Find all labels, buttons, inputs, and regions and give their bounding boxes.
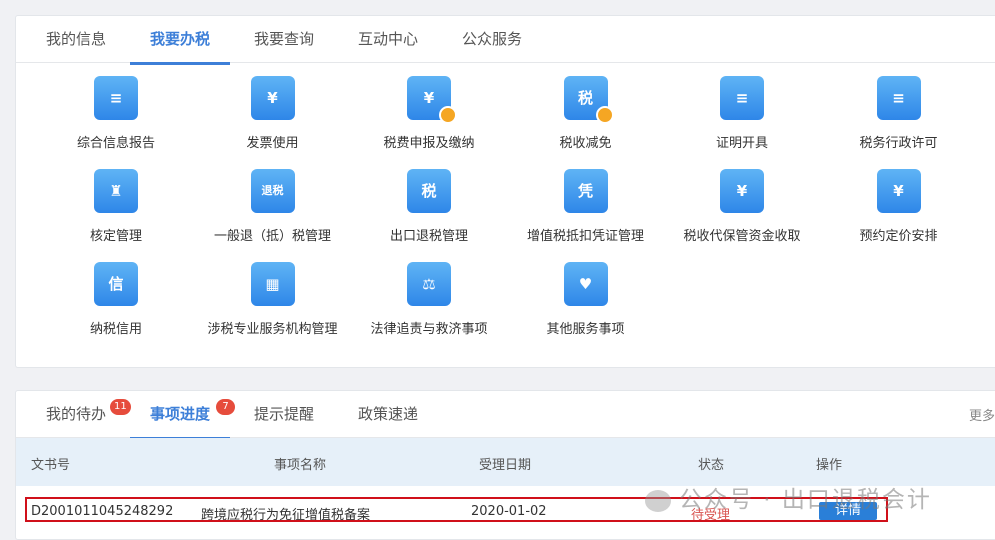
service-item[interactable]: 税出口退税管理 — [354, 169, 504, 244]
service-label: 税费申报及缴纳 — [383, 136, 475, 151]
service-label: 其他服务事项 — [546, 322, 625, 337]
service-label: 纳税信用 — [89, 322, 142, 337]
calendar-icon: ¥ — [876, 169, 921, 213]
service-label: 预约定价安排 — [859, 229, 938, 244]
heart-hands-icon: ♥ — [563, 262, 608, 306]
service-item[interactable]: ♜ 核定管理 — [41, 169, 191, 244]
service-label: 综合信息报告 — [76, 136, 155, 151]
service-item[interactable]: ⚖ 法律追责与救济事项 — [354, 262, 504, 337]
service-label: 一般退（抵）税管理 — [213, 229, 331, 244]
tab-do-tax[interactable]: 我要办税 — [129, 16, 231, 65]
service-item[interactable]: ¥ 发票使用 — [198, 76, 348, 151]
service-label: 税收代保管资金收取 — [683, 229, 801, 244]
export-refund-icon: 税 — [407, 169, 451, 213]
service-item[interactable]: ♥ 其他服务事项 — [511, 262, 661, 337]
certificate-icon: ≡ — [720, 76, 764, 120]
coin-icon — [439, 106, 457, 124]
top-tabs: 我的信息 我要办税 我要查询 互动中心 公众服务 — [16, 16, 995, 65]
service-label: 核定管理 — [89, 229, 142, 244]
col-status: 状态 — [698, 458, 725, 473]
more-link[interactable]: 更多 — [969, 405, 995, 424]
service-label: 证明开具 — [715, 136, 768, 151]
service-item[interactable]: ¥ 税收代保管资金收取 — [667, 169, 817, 244]
service-item[interactable]: 退税一般退（抵）税管理 — [198, 169, 348, 244]
refund-icon: 退税 — [250, 169, 295, 213]
service-label: 税务行政许可 — [859, 136, 938, 151]
agency-building-icon: ▦ — [250, 262, 295, 306]
todo-count-badge: 11 — [110, 399, 131, 415]
service-item[interactable]: ≡ 证明开具 — [667, 76, 817, 151]
service-item[interactable]: ¥ 税费申报及缴纳 — [354, 76, 504, 151]
tab-reminders[interactable]: 提示提醒 — [254, 391, 314, 438]
service-label: 税收减免 — [559, 136, 612, 151]
service-item[interactable]: ¥ 预约定价安排 — [824, 169, 974, 244]
wechat-icon — [645, 489, 671, 512]
col-action: 操作 — [816, 458, 843, 473]
credit-medal-icon: 信 — [94, 262, 138, 306]
report-icon: ≡ — [94, 76, 138, 120]
tab-policy[interactable]: 政策速递 — [358, 391, 418, 438]
watermark-text: 公众号 · 出口退税会计 — [679, 487, 932, 513]
service-label: 发票使用 — [246, 136, 299, 151]
service-item[interactable]: ≡ 综合信息报告 — [41, 76, 191, 151]
progress-count-badge: 7 — [216, 399, 235, 415]
gavel-icon: ⚖ — [407, 262, 451, 306]
voucher-icon: 凭 — [563, 169, 608, 213]
invoice-icon: ¥ — [250, 76, 295, 120]
service-item[interactable]: ≡ 税务行政许可 — [824, 76, 974, 151]
col-name: 事项名称 — [274, 458, 327, 473]
tab-query[interactable]: 我要查询 — [254, 16, 314, 63]
stamp-icon: ♜ — [94, 169, 138, 213]
coin-icon — [595, 106, 614, 124]
tax-reduction-icon: 税 — [563, 76, 614, 124]
service-item[interactable]: 信纳税信用 — [41, 262, 191, 337]
service-item[interactable]: 凭增值税抵扣凭证管理 — [511, 169, 661, 244]
col-date: 受理日期 — [479, 458, 532, 473]
tab-my-todo[interactable]: 我的待办 11 — [46, 391, 131, 438]
service-label: 出口退税管理 — [389, 229, 468, 244]
tab-interaction[interactable]: 互动中心 — [358, 16, 418, 63]
tax-services-panel: 我的信息 我要办税 我要查询 互动中心 公众服务 ≡ 综合信息报告 ¥ 发票使用 ¥ 税费… — [15, 15, 995, 368]
tab-progress[interactable]: 事项进度 7 — [129, 391, 235, 440]
tab-public-service[interactable]: 公众服务 — [462, 16, 522, 63]
col-doc-no: 文书号 — [31, 458, 71, 473]
table-header: 文书号 事项名称 受理日期 状态 操作 — [16, 438, 995, 486]
tab-my-info[interactable]: 我的信息 — [46, 16, 106, 63]
service-label: 法律追责与救济事项 — [370, 322, 488, 337]
service-label: 增值税抵扣凭证管理 — [526, 229, 644, 244]
service-item[interactable]: 税税收减免 — [511, 76, 661, 151]
tab-label: 我的待办 — [46, 405, 107, 423]
service-label: 涉税专业服务机构管理 — [207, 322, 338, 337]
service-item[interactable]: ▦ 涉税专业服务机构管理 — [198, 262, 348, 337]
license-icon: ≡ — [876, 76, 921, 120]
custody-fund-icon: ¥ — [720, 169, 764, 213]
hand-coin-icon: ¥ — [407, 76, 457, 124]
watermark: 公众号 · 出口退税会计 — [645, 480, 932, 514]
tab-label: 事项进度 — [150, 405, 211, 423]
bottom-tabs: 我的待办 11 事项进度 7 提示提醒 政策速递 更多 — [16, 391, 995, 440]
